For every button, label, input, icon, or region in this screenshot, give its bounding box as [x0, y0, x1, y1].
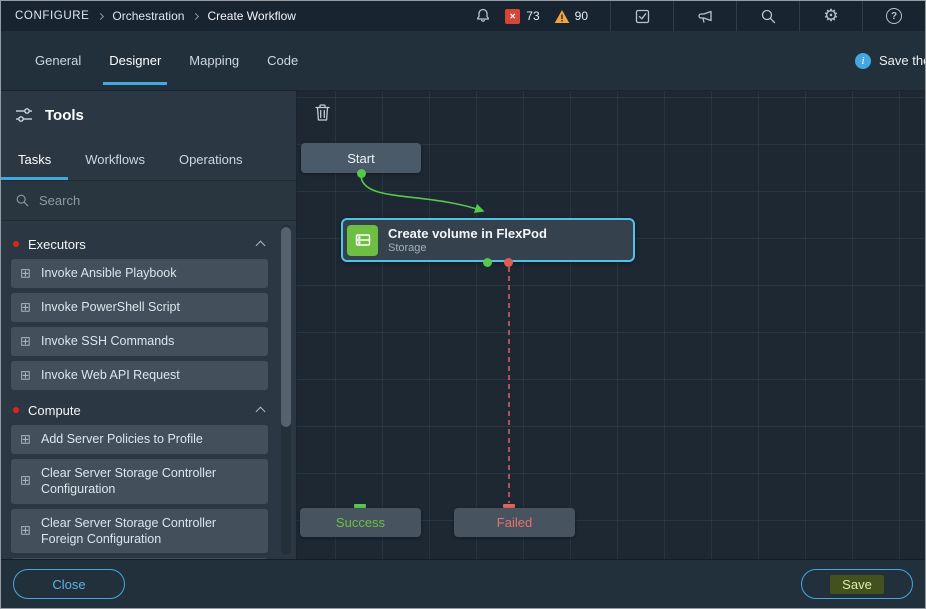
task-list: Executors Invoke Ansible Playbook Invoke… — [1, 221, 296, 559]
tools-tabs: Tasks Workflows Operations — [1, 139, 296, 181]
list-item[interactable]: Add Server Policies to Profile — [11, 425, 268, 454]
red-dot-icon — [13, 407, 19, 413]
footer-bar: Close Save — [1, 559, 925, 608]
red-dot-icon — [13, 241, 19, 247]
close-button[interactable]: Close — [13, 569, 125, 599]
error-badge-icon[interactable] — [505, 9, 520, 24]
tools-header: Tools — [1, 91, 296, 139]
task-failed-port[interactable] — [504, 258, 513, 267]
task-node[interactable]: Create volume in FlexPod Storage — [341, 218, 635, 262]
start-node-label: Start — [347, 151, 374, 166]
tab-code[interactable]: Code — [253, 31, 312, 90]
list-item[interactable]: Invoke PowerShell Script — [11, 293, 268, 322]
scrollbar-track[interactable] — [281, 225, 291, 555]
list-item[interactable] — [11, 558, 268, 559]
chevron-up-icon[interactable] — [256, 407, 266, 417]
megaphone-icon[interactable] — [674, 1, 736, 31]
list-item[interactable]: Invoke SSH Commands — [11, 327, 268, 356]
list-item[interactable]: Clear Server Storage Controller Foreign … — [11, 509, 268, 554]
tab-designer[interactable]: Designer — [95, 31, 175, 90]
tools-panel: Tools Tasks Workflows Operations Executo… — [1, 91, 297, 559]
trash-icon[interactable] — [314, 103, 331, 127]
warning-count: 90 — [575, 9, 588, 23]
section-executors[interactable]: Executors — [11, 229, 268, 259]
topbar-actions: 73 90 — [467, 1, 925, 31]
help-icon[interactable] — [863, 1, 925, 31]
tools-tab-tasks[interactable]: Tasks — [1, 139, 68, 180]
breadcrumb: CONFIGURE Orchestration Create Workflow — [15, 9, 296, 23]
tools-filter-icon[interactable] — [15, 107, 33, 123]
task-node-text: Create volume in FlexPod Storage — [388, 226, 547, 254]
warning-triangle-icon — [554, 9, 570, 24]
tab-general[interactable]: General — [21, 31, 95, 90]
breadcrumb-create-workflow: Create Workflow — [207, 9, 295, 23]
section-label: Executors — [28, 237, 86, 252]
list-item[interactable]: Invoke Web API Request — [11, 361, 268, 390]
failed-node-label: Failed — [497, 515, 532, 530]
breadcrumb-orchestration[interactable]: Orchestration — [112, 9, 184, 23]
settings-gear-icon[interactable] — [800, 1, 862, 31]
search-icon[interactable] — [737, 1, 799, 31]
chevron-right-icon — [192, 12, 199, 19]
search-icon — [15, 193, 30, 208]
storage-icon — [347, 225, 378, 256]
list-item[interactable]: Invoke Ansible Playbook — [11, 259, 268, 288]
start-output-port[interactable] — [357, 169, 366, 178]
warning-counter[interactable]: 90 — [554, 9, 596, 24]
task-success-port[interactable] — [483, 258, 492, 267]
save-hint: Save the — [855, 31, 925, 90]
save-button-label: Save — [830, 575, 884, 594]
failed-node[interactable]: Failed — [454, 508, 575, 537]
app-window: CONFIGURE Orchestration Create Workflow … — [0, 0, 926, 609]
tools-title: Tools — [45, 107, 84, 124]
scrollbar-thumb[interactable] — [281, 227, 291, 427]
chevron-up-icon[interactable] — [256, 241, 266, 251]
topbar: CONFIGURE Orchestration Create Workflow … — [1, 1, 925, 31]
info-icon — [855, 53, 871, 69]
task-node-title: Create volume in FlexPod — [388, 226, 547, 241]
section-compute[interactable]: Compute — [11, 395, 268, 425]
task-node-subtitle: Storage — [388, 242, 547, 254]
search-input[interactable] — [39, 193, 239, 208]
tasks-check-icon[interactable] — [611, 1, 673, 31]
bell-icon[interactable] — [467, 1, 499, 31]
save-hint-text: Save the — [879, 53, 925, 68]
save-button[interactable]: Save — [801, 569, 913, 599]
tools-search-row — [1, 181, 296, 221]
alert-counters: 73 90 — [499, 1, 610, 31]
workflow-tabs-bar: General Designer Mapping Code Save the — [1, 31, 925, 91]
breadcrumb-configure[interactable]: CONFIGURE — [15, 10, 89, 22]
section-label: Compute — [28, 403, 81, 418]
success-node-label: Success — [336, 515, 385, 530]
chevron-right-icon — [97, 12, 104, 19]
success-connector[interactable] — [361, 175, 483, 211]
list-item[interactable]: Clear Server Storage Controller Configur… — [11, 459, 268, 504]
main-area: Tools Tasks Workflows Operations Executo… — [1, 91, 925, 559]
tools-tab-operations[interactable]: Operations — [162, 139, 260, 180]
workflow-canvas[interactable]: Start Create volume in FlexPod Storage — [297, 91, 925, 559]
success-node[interactable]: Success — [300, 508, 421, 537]
error-count[interactable]: 73 — [526, 9, 539, 23]
tab-mapping[interactable]: Mapping — [175, 31, 253, 90]
tools-tab-workflows[interactable]: Workflows — [68, 139, 162, 180]
